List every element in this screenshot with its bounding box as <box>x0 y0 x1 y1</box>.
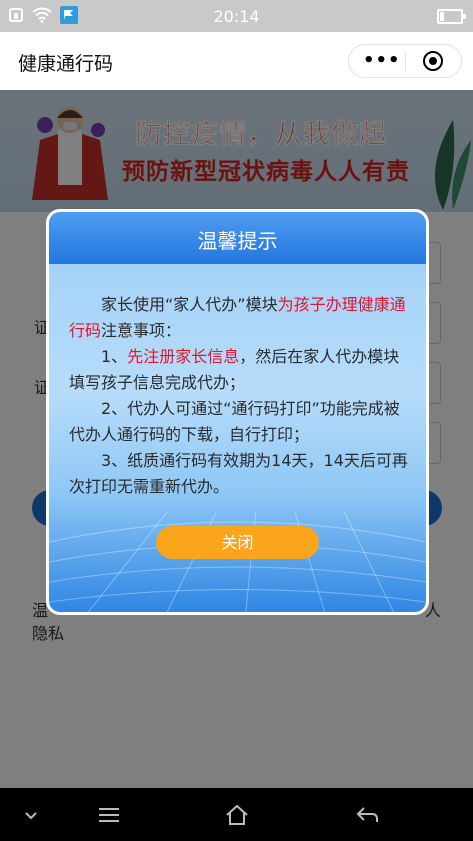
notice-text: 家长使用“家人代办”模块 <box>101 295 278 314</box>
close-button[interactable]: 关闭 <box>156 526 319 559</box>
mini-program-capsule: ••• <box>348 44 462 78</box>
battery-icon <box>437 9 466 24</box>
page-title: 健康通行码 <box>18 53 114 75</box>
capsule-divider <box>405 53 406 71</box>
status-time: 20:14 <box>213 7 260 26</box>
notice-text: 注意事项： <box>101 321 182 340</box>
home-icon[interactable] <box>224 802 250 828</box>
back-icon[interactable] <box>354 802 380 828</box>
notice-paragraph: 1、先注册家长信息，然后在家人代办模块填写孩子信息完成代办； <box>69 344 409 396</box>
system-nav-bar <box>0 788 473 841</box>
notice-text: 1、 <box>101 347 128 366</box>
status-bar: 20:14 <box>0 0 473 32</box>
notice-paragraph: 2、代办人可通过“通行码打印”功能完成被代办人通行码的下载，自行打印； <box>69 399 400 444</box>
chevron-down-icon[interactable] <box>18 802 44 828</box>
modal-header: 温馨提示 <box>49 212 426 264</box>
notice-highlight: 先注册家长信息 <box>127 347 240 366</box>
modal-body: 家长使用“家人代办”模块为孩子办理健康通行码注意事项： 1、先注册家长信息，然后… <box>69 292 409 500</box>
notice-modal: 温馨提示 家长使用“家人代办”模块为孩子办理健康通行码注意事项： 1、先注册家长… <box>46 209 429 615</box>
notice-paragraph: 家长使用“家人代办”模块为孩子办理健康通行码注意事项： <box>69 292 409 344</box>
target-icon[interactable] <box>423 51 443 71</box>
modal-title: 温馨提示 <box>197 229 278 253</box>
menu-icon[interactable] <box>96 802 122 828</box>
notice-paragraph: 3、纸质通行码有效期为14天，14天后可再次打印无需重新代办。 <box>69 451 408 496</box>
more-dots-icon[interactable]: ••• <box>363 51 401 71</box>
